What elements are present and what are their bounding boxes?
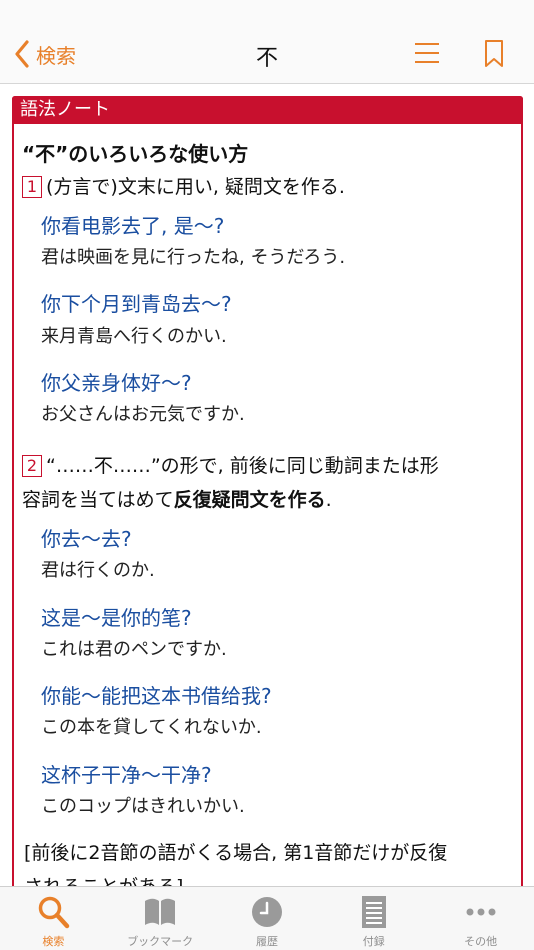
document-icon	[361, 896, 386, 928]
example-chinese: 你能～能把这本书借给我?	[41, 684, 272, 708]
example-translation: 君は行くのか.	[41, 560, 155, 581]
example-translation: この本を貸してくれないか.	[41, 717, 262, 738]
usage-note-box: 語法ノート “不”のいろいろな使い方 1 (方言で)文末に用い, 疑問文を作る. …	[12, 96, 523, 886]
example-chinese: 这杯子干净～干净?	[41, 763, 212, 787]
tab-label: その他	[464, 935, 498, 948]
page-title: 不	[255, 46, 278, 71]
example-chinese: 这是～是你的笔?	[41, 606, 192, 630]
section-2-text-end: .	[325, 489, 332, 511]
entry-content: 語法ノート “不”のいろいろな使い方 1 (方言で)文末に用い, 疑問文を作る. …	[0, 84, 534, 886]
tab-bar: 検索 ブックマーク 履歴 付録 その他	[0, 886, 534, 950]
tab-label: 付録	[362, 935, 385, 948]
section-2-description-line2: 容詞を当てはめて反復疑問文を作る.	[22, 485, 332, 512]
example-translation: 君は映画を見に行ったね, そうだろう.	[41, 247, 346, 268]
example-translation: これは君のペンですか.	[41, 639, 227, 660]
footnote-line1: [前後に2音節の語がくる場合, 第1音節だけが反復	[24, 842, 448, 864]
section-number-1: 1	[22, 176, 42, 198]
example-chinese: 你父亲身体好～?	[41, 371, 192, 395]
usage-note-header: 語法ノート	[12, 96, 523, 124]
section-1-description: 1 (方言で)文末に用い, 疑問文を作る.	[22, 172, 345, 199]
clock-icon	[251, 897, 282, 927]
search-icon	[39, 896, 70, 929]
section-1-text: (方言で)文末に用い, 疑問文を作る.	[46, 176, 345, 198]
tab-bookmark[interactable]: ブックマーク	[107, 887, 214, 950]
list-icon[interactable]	[414, 42, 440, 64]
section-2-description-line1: 2 “……不……”の形で, 前後に同じ動詞または形	[22, 451, 439, 478]
tab-history[interactable]: 履歴	[214, 887, 321, 950]
bookmark-icon[interactable]	[484, 40, 504, 68]
example-translation: 来月青島へ行くのかい.	[41, 326, 227, 347]
tab-search[interactable]: 検索	[0, 887, 107, 950]
note-heading: “不”のいろいろな使い方	[22, 142, 249, 166]
tab-appendix[interactable]: 付録	[320, 887, 427, 950]
section-2-text-part: 容詞を当てはめて	[22, 489, 174, 511]
tab-label: 検索	[42, 935, 65, 948]
example-chinese: 你去～去?	[41, 527, 132, 551]
example-translation: お父さんはお元気ですか.	[41, 404, 245, 425]
tab-more[interactable]: その他	[427, 887, 534, 950]
example-chinese: 你看电影去了, 是～?	[41, 214, 225, 238]
more-icon	[466, 908, 496, 916]
navigation-bar: 検索 不	[0, 0, 534, 84]
section-2-text-bold: 反復疑問文を作る	[173, 489, 326, 511]
tab-label: ブックマーク	[127, 935, 194, 948]
section-2-text-line1: “……不……”の形で, 前後に同じ動詞または形	[46, 455, 439, 477]
tab-label: 履歴	[255, 935, 278, 948]
section-number-2: 2	[22, 455, 42, 477]
book-icon	[145, 898, 176, 925]
example-chinese: 你下个月到青岛去～?	[41, 292, 232, 316]
example-translation: このコップはきれいかい.	[41, 796, 245, 817]
footnote-line2: されることがある]	[24, 872, 183, 886]
